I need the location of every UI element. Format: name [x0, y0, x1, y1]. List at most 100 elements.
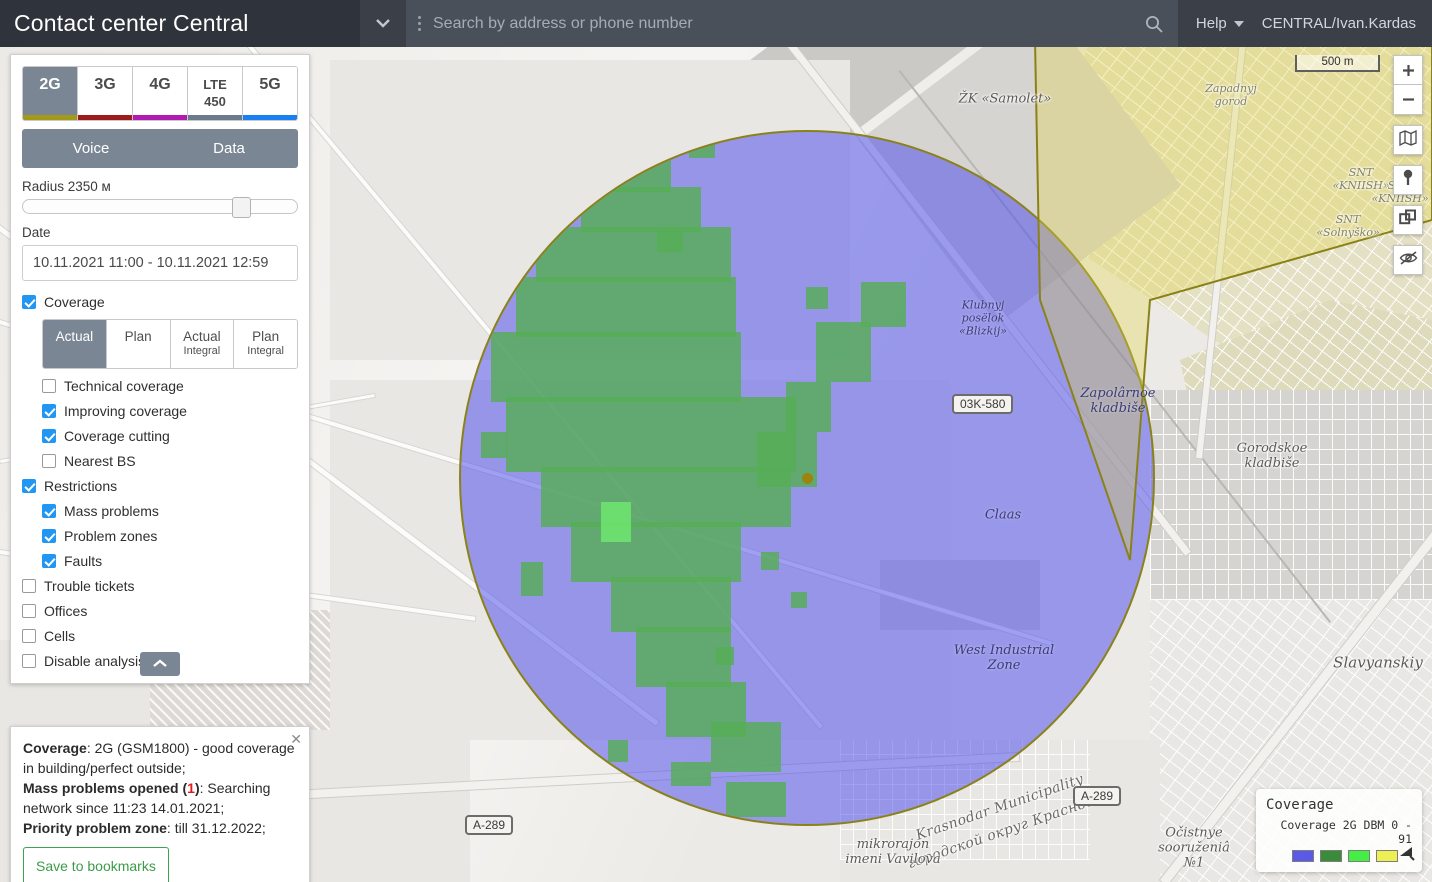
coverage-cell: [716, 647, 734, 665]
checkbox-technical-coverage[interactable]: [42, 379, 56, 393]
coverage-cell: [786, 382, 831, 432]
restriction-option-mass-problems-row[interactable]: Mass problems: [42, 503, 298, 519]
collapse-panel-button[interactable]: [140, 652, 180, 676]
coverage-segment-actual-integral[interactable]: Actual Integral: [170, 320, 235, 368]
network-tab-5g[interactable]: 5G: [243, 67, 297, 120]
title-dropdown-button[interactable]: [360, 0, 406, 47]
network-tab-lte[interactable]: LTE 450: [188, 67, 243, 120]
coverage-option-improving-coverage-row[interactable]: Improving coverage: [42, 403, 298, 419]
coverage-option-nearest-bs-row[interactable]: Nearest BS: [42, 453, 298, 469]
checkbox-problem-zones[interactable]: [42, 529, 56, 543]
coverage-cell: [536, 227, 731, 282]
hide-layers-button[interactable]: [1393, 245, 1423, 275]
coverage-option-technical-coverage-row[interactable]: Technical coverage: [42, 378, 298, 394]
zoom-out-button[interactable]: [1393, 85, 1423, 115]
header-right: Help CENTRAL/Ivan.Kardas: [1177, 0, 1432, 47]
coverage-cell: [689, 132, 715, 158]
legend-subtitle: Coverage 2G DBM 0 - 91: [1280, 818, 1412, 846]
search-input[interactable]: [433, 14, 1132, 33]
coverage-cell: [601, 502, 631, 542]
checkbox-label: Coverage cutting: [64, 428, 170, 444]
segment-label: Actual: [183, 329, 221, 344]
map-legend: Coverage Coverage 2G DBM 0 - 91: [1256, 789, 1422, 872]
save-to-bookmarks-button[interactable]: Save to bookmarks: [23, 847, 169, 882]
network-tab-color-bar: [78, 115, 132, 120]
date-label: Date: [22, 225, 51, 240]
checkbox-disable-analysis[interactable]: [22, 654, 36, 668]
coverage-cell: [791, 592, 807, 608]
coverage-cell: [711, 722, 781, 772]
help-menu[interactable]: Help: [1196, 15, 1244, 32]
map-layers-button[interactable]: [1393, 125, 1423, 155]
segment-sublabel: Integral: [247, 345, 284, 357]
zoom-in-button[interactable]: [1393, 55, 1423, 85]
checkbox-label: Problem zones: [64, 528, 158, 544]
compare-control: [1393, 205, 1423, 235]
checkbox-cells[interactable]: [22, 629, 36, 643]
restrictions-options: Mass problems Problem zones Faults: [22, 503, 298, 569]
checkbox-offices[interactable]: [22, 604, 36, 618]
compare-layers-button[interactable]: [1393, 205, 1423, 235]
legend-swatch-3: [1376, 850, 1398, 862]
coverage-cell: [541, 467, 791, 527]
restrictions-checkbox-row[interactable]: Restrictions: [22, 478, 298, 494]
visibility-control: [1393, 245, 1423, 275]
coverage-cell: [671, 762, 711, 786]
network-tab-2g[interactable]: 2G: [23, 67, 78, 120]
option-cells-row[interactable]: Cells: [22, 628, 298, 644]
marker-control: [1393, 165, 1423, 195]
coverage-mode-segments: Actual Plan Actual Integral Plan Integral: [42, 319, 298, 369]
mode-tab-voice[interactable]: Voice: [22, 129, 160, 168]
option-offices-row[interactable]: Offices: [22, 603, 298, 619]
date-range-input[interactable]: [22, 245, 298, 281]
coverage-segment-plan-integral[interactable]: Plan Integral: [234, 320, 297, 368]
checkbox-nearest-bs[interactable]: [42, 454, 56, 468]
user-label: CENTRAL/Ivan.Kardas: [1261, 15, 1416, 32]
checkbox-improving-coverage[interactable]: [42, 404, 56, 418]
app-title: Contact center Central: [0, 0, 360, 47]
coverage-cell: [761, 552, 779, 570]
user-account[interactable]: CENTRAL/Ivan.Kardas: [1262, 15, 1416, 32]
checkbox-mass-problems[interactable]: [42, 504, 56, 518]
segment-label: Plan: [124, 329, 152, 344]
coverage-option-coverage-cutting-row[interactable]: Coverage cutting: [42, 428, 298, 444]
info-priority-text: : till 31.12.2022;: [166, 820, 266, 836]
network-tab-3g[interactable]: 3G: [78, 67, 133, 120]
checkbox-faults[interactable]: [42, 554, 56, 568]
coverage-cell: [506, 397, 796, 472]
vertical-dots-icon[interactable]: [418, 16, 421, 31]
network-tab-4g[interactable]: 4G: [133, 67, 188, 120]
close-icon[interactable]: ✕: [290, 732, 302, 746]
restriction-option-faults-row[interactable]: Faults: [42, 553, 298, 569]
radius-slider[interactable]: [22, 197, 298, 218]
place-marker-button[interactable]: [1393, 165, 1423, 195]
voice-data-toggle: Voice Data: [22, 129, 298, 168]
option-trouble-tickets-row[interactable]: Trouble tickets: [22, 578, 298, 594]
checkbox-trouble-tickets[interactable]: [22, 579, 36, 593]
filters-panel: 2G 3G 4G LTE 450 5G Voice Data Radius 2350 м D…: [10, 54, 310, 684]
info-mass-label: Mass problems opened (: [23, 780, 188, 796]
coverage-label: Coverage: [44, 294, 105, 310]
checkbox-label: Offices: [44, 603, 88, 619]
search-bar[interactable]: [406, 0, 1178, 47]
coverage-segment-plan[interactable]: Plan: [106, 320, 171, 368]
checkbox-coverage-cutting[interactable]: [42, 429, 56, 443]
restriction-option-problem-zones-row[interactable]: Problem zones: [42, 528, 298, 544]
coverage-checkbox[interactable]: [22, 295, 36, 309]
info-line-mass-problems: Mass problems opened (1): Searching netw…: [23, 778, 297, 818]
search-icon[interactable]: [1144, 14, 1164, 34]
zoom-controls: [1393, 55, 1423, 115]
app-header: Contact center Central Help CENTRAL/Iv: [0, 0, 1432, 47]
checkbox-label: Faults: [64, 553, 103, 569]
restrictions-checkbox[interactable]: [22, 479, 36, 493]
checkbox-label: Cells: [44, 628, 76, 644]
coverage-segment-actual[interactable]: Actual: [43, 320, 107, 368]
coverage-checkbox-row[interactable]: Coverage: [22, 294, 298, 310]
checkbox-label: Nearest BS: [64, 453, 136, 469]
mode-tab-data[interactable]: Data: [160, 129, 298, 168]
network-tab-color-bar: [133, 115, 187, 120]
checkbox-label: Improving coverage: [64, 403, 187, 419]
resize-handle-icon[interactable]: [1400, 846, 1416, 866]
coverage-cell: [521, 562, 543, 596]
radius-slider-thumb[interactable]: [232, 197, 252, 218]
